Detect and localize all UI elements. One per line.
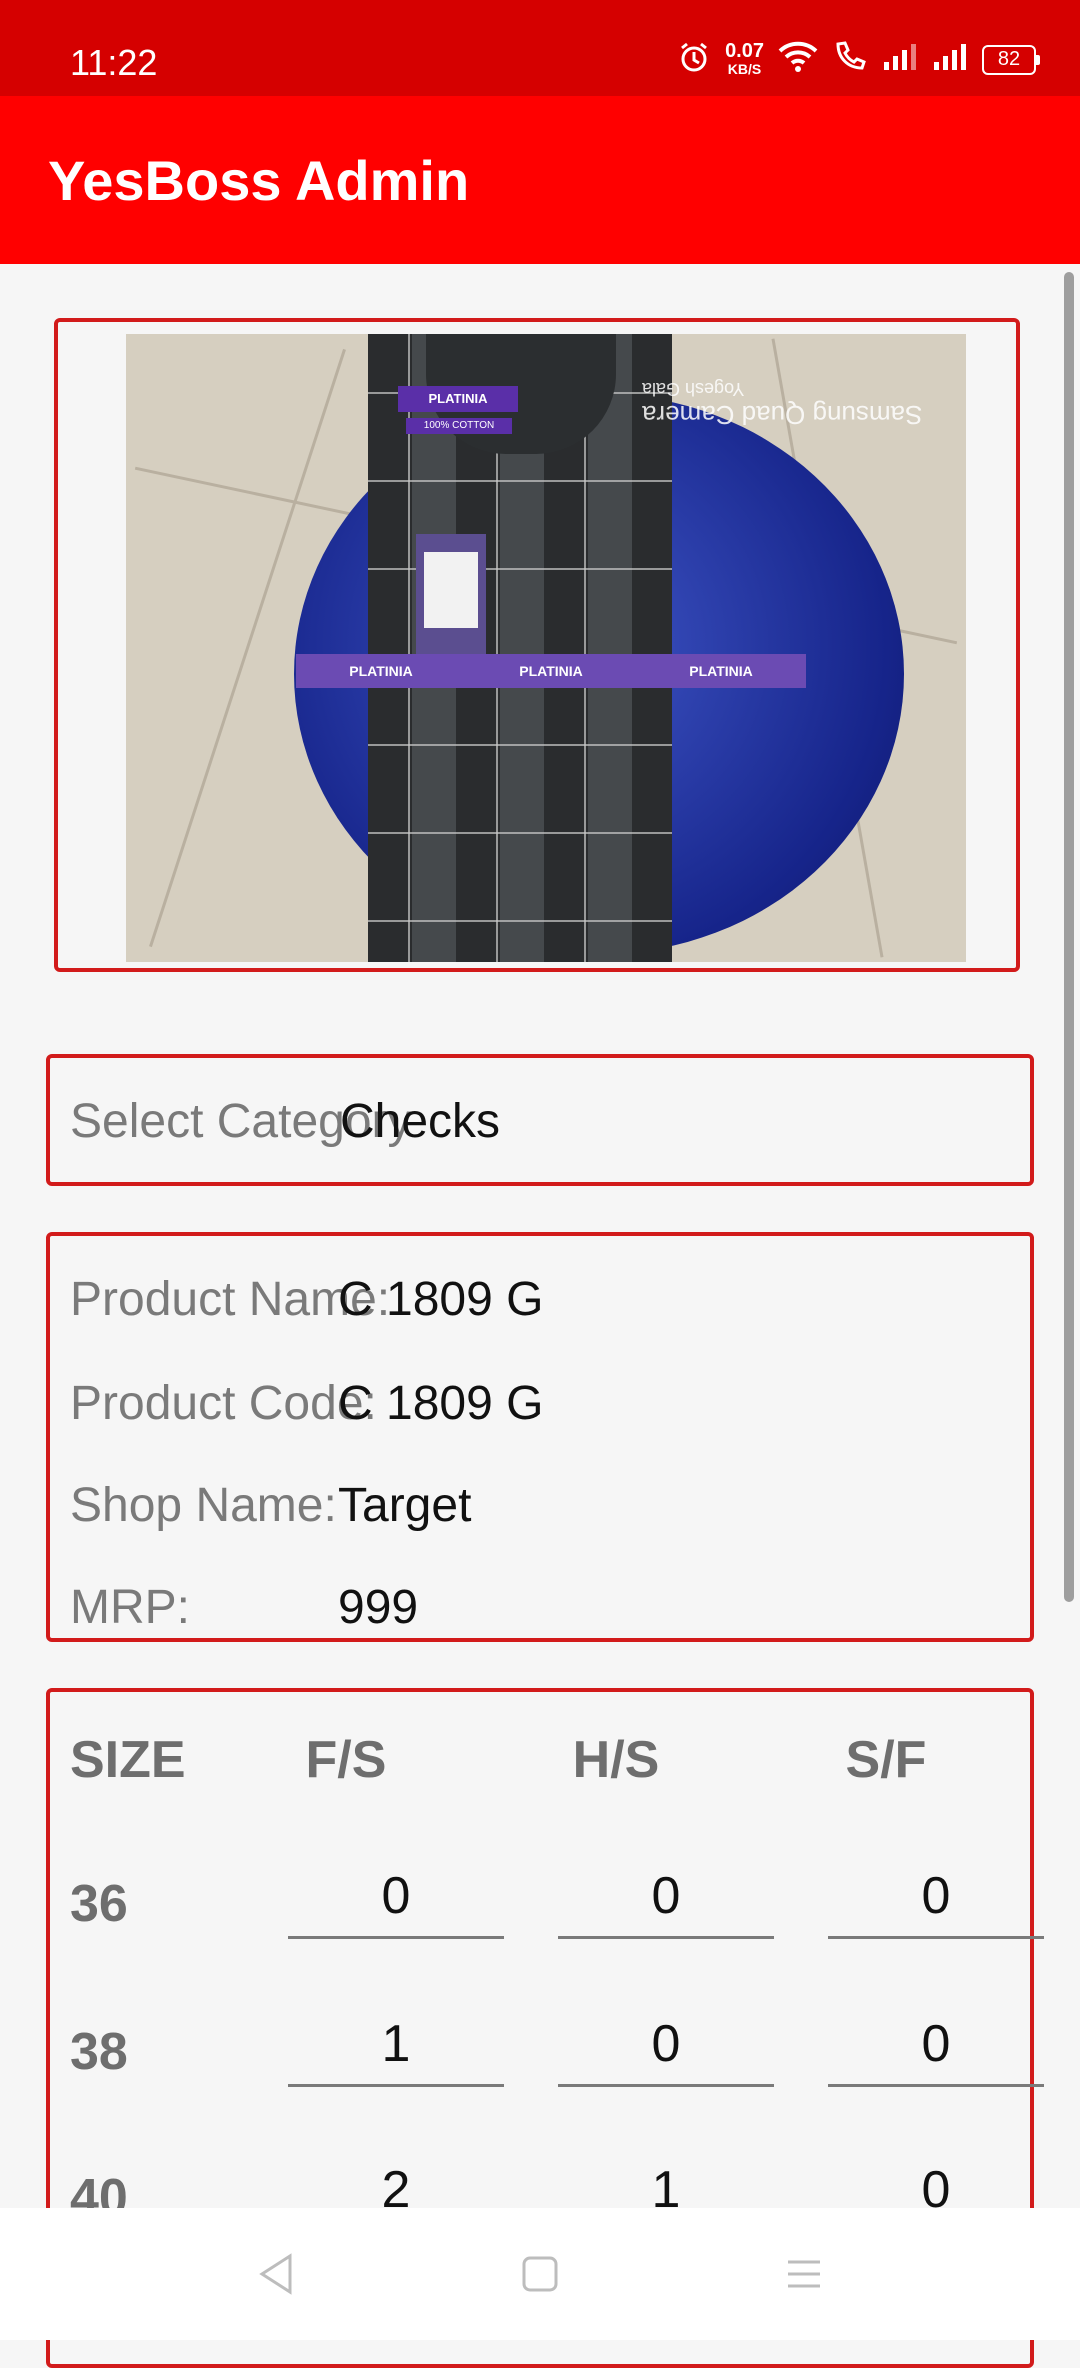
menu-button[interactable] (780, 2250, 828, 2298)
status-icons: 0.07 KB/S 82 (677, 39, 1040, 79)
qty-input[interactable]: 0 (288, 1856, 504, 1939)
qty-input[interactable]: 0 (558, 2004, 774, 2087)
sf-header: S/F (845, 1731, 927, 1789)
mrp-value: 999 (338, 1581, 419, 1634)
status-bar: 11:22 0.07 KB/S 82 (0, 0, 1080, 96)
category-value[interactable]: Checks (340, 1094, 500, 1149)
category-card[interactable]: Select Category Checks (46, 1054, 1034, 1186)
product-info-card: Product Name: C 1809 G Product Code: C 1… (46, 1232, 1034, 1642)
back-triangle-icon (259, 2253, 292, 2295)
product-image-card[interactable]: PLATINIA 100% COTTON PLATINIA PLATINIA P… (54, 318, 1020, 972)
wifi-icon (778, 41, 818, 78)
mrp-label: MRP: (70, 1581, 190, 1634)
navigation-bar (0, 2208, 1080, 2340)
network-speed: 0.07 KB/S (725, 39, 764, 77)
signal-icon (932, 42, 968, 77)
qty-input[interactable]: 0 (558, 1856, 774, 1939)
app-title: YesBoss Admin (48, 149, 470, 212)
camera-watermark: Samsung Quad Camera Yogesh Gala (641, 379, 922, 430)
fs-header: F/S (305, 1731, 387, 1789)
app-bar: YesBoss Admin (0, 96, 1080, 264)
qty-input[interactable]: 0 (828, 2004, 1044, 2087)
brand-label: PLATINIA (398, 386, 518, 412)
call-icon (832, 40, 868, 79)
product-code-value: C 1809 G (338, 1377, 544, 1430)
status-time: 11:22 (70, 42, 158, 83)
product-code-label: Product Code: (70, 1377, 377, 1430)
size-label: 38 (70, 2023, 128, 2081)
qty-input[interactable]: 1 (288, 2004, 504, 2087)
shirt-band: PLATINIA PLATINIA PLATINIA (296, 654, 806, 688)
back-button[interactable] (252, 2250, 300, 2298)
price-tag (416, 534, 486, 654)
scrollbar[interactable] (1064, 272, 1074, 1602)
shop-name-value: Target (338, 1479, 472, 1532)
home-button[interactable] (516, 2250, 564, 2298)
shop-name-label: Shop Name: (70, 1479, 337, 1532)
signal-icon (882, 42, 918, 77)
product-photo[interactable]: PLATINIA 100% COTTON PLATINIA PLATINIA P… (126, 334, 966, 962)
menu-lines-icon (788, 2260, 820, 2288)
hs-header: H/S (572, 1731, 660, 1789)
cotton-label: 100% COTTON (406, 418, 512, 434)
alarm-icon (677, 40, 711, 79)
battery-icon: 82 (982, 44, 1040, 75)
qty-input[interactable]: 0 (828, 1856, 1044, 1939)
size-header: SIZE (70, 1731, 186, 1789)
home-square-icon (522, 2256, 558, 2292)
product-name-value: C 1809 G (338, 1273, 544, 1326)
size-label: 36 (70, 1875, 128, 1933)
